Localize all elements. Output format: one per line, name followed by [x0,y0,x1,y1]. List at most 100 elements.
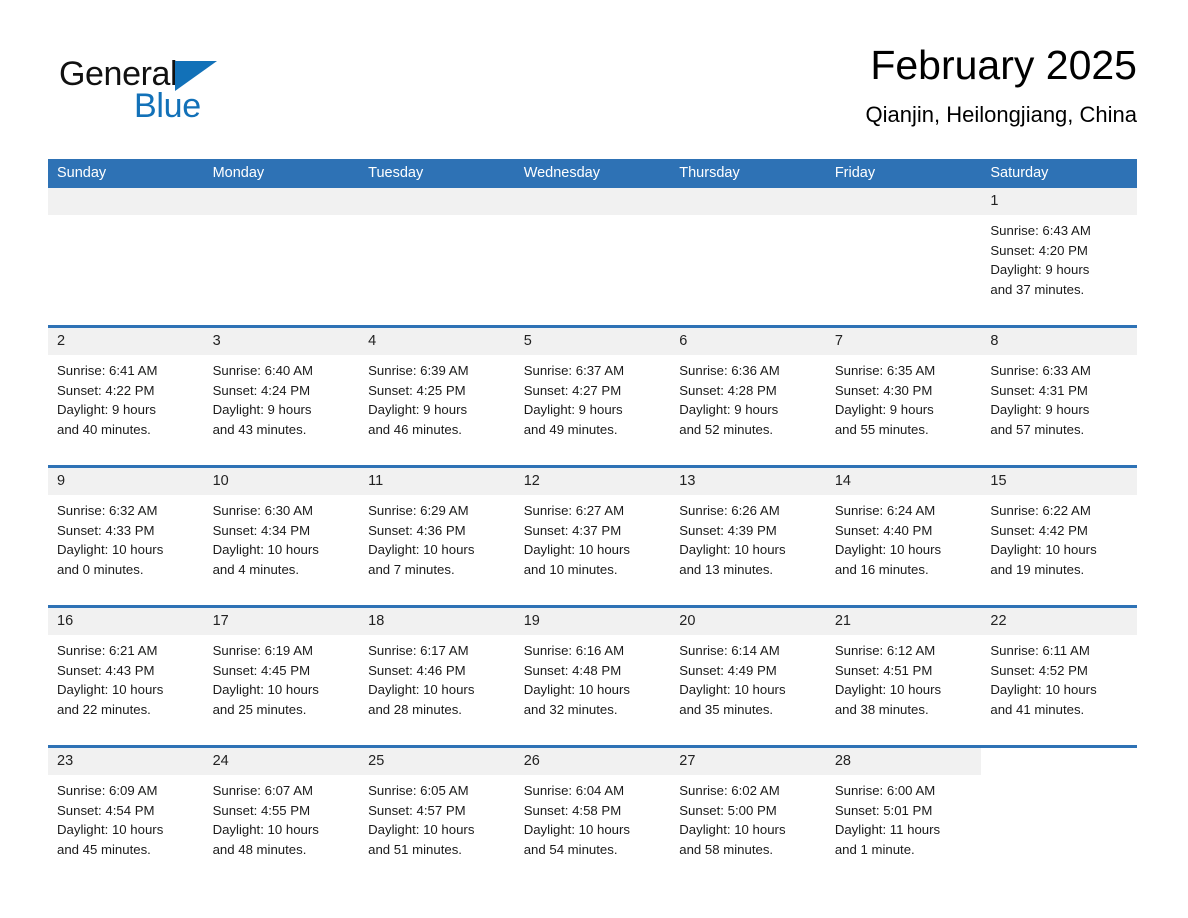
sunset-time: Sunset: 4:51 PM [834,662,933,678]
daylight-line-2: and 1 minute. [834,842,915,858]
daylight-line-2: and 45 minutes. [57,842,151,858]
weekday-header-thursday: Thursday [670,159,826,188]
weekday-header-saturday: Saturday [981,159,1137,188]
calendar-day-cell[interactable]: 21 Sunrise: 6:12 AM Sunset: 4:51 PM Dayligh… [825,605,982,736]
daylight-line-1: Daylight: 10 hours [57,682,164,698]
general-blue-logo[interactable]: General Blue [59,55,319,135]
calendar-day-cell[interactable]: 28 Sunrise: 6:00 AM Sunset: 5:01 PM Dayligh… [825,745,982,876]
calendar-day-cell[interactable]: 22 Sunrise: 6:11 AM Sunset: 4:52 PM Dayligh… [981,605,1137,736]
day-sun-info: Sunrise: 6:43 AM Sunset: 4:20 PM Daylight:… [981,215,1137,300]
day-sun-info: Sunrise: 6:24 AM Sunset: 4:40 PM Daylight:… [826,495,982,580]
daylight-line-1: Daylight: 10 hours [368,822,475,838]
day-number: 1 [981,188,1137,215]
day-11: 11 Sunrise: 6:29 AM Sunset: 4:36 PM Dayligh… [359,468,515,593]
daylight-line-1: Daylight: 10 hours [834,542,942,558]
weekday-header-friday: Friday [825,159,982,188]
day-sun-info: Sunrise: 6:19 AM Sunset: 4:45 PM Daylight:… [204,635,360,720]
day-8: 8 Sunrise: 6:33 AM Sunset: 4:31 PM Daylight… [981,328,1137,453]
day-blank [359,188,515,313]
calendar-day-cell[interactable]: 13 Sunrise: 6:26 AM Sunset: 4:39 PM Dayligh… [670,465,826,596]
sunset-time: Sunset: 4:46 PM [368,662,466,678]
day-16: 16 Sunrise: 6:21 AM Sunset: 4:43 PM Dayligh… [48,608,204,733]
day-number: 8 [981,328,1137,355]
calendar-day-cell[interactable]: 26 Sunrise: 6:04 AM Sunset: 4:58 PM Dayligh… [514,745,671,876]
sunset-time: Sunset: 4:52 PM [990,662,1088,678]
sunset-time: Sunset: 4:58 PM [523,802,622,818]
sunrise-time: Sunrise: 6:24 AM [834,503,936,518]
calendar-page: General Blue February 2025 Qianjin, Heil… [0,0,1188,918]
calendar-day-cell[interactable]: 11 Sunrise: 6:29 AM Sunset: 4:36 PM Dayligh… [359,465,515,596]
calendar-day-cell[interactable]: 8 Sunrise: 6:33 AM Sunset: 4:31 PM Daylight… [981,325,1137,456]
calendar-day-cell[interactable]: 17 Sunrise: 6:19 AM Sunset: 4:45 PM Dayligh… [203,605,360,736]
daylight-line-2: and 48 minutes. [212,842,307,858]
daylight-line-2: and 46 minutes. [368,422,462,438]
sunrise-time: Sunrise: 6:17 AM [368,643,469,658]
calendar-day-cell[interactable]: 24 Sunrise: 6:07 AM Sunset: 4:55 PM Dayligh… [203,745,360,876]
calendar-day-cell [981,745,1137,876]
sunset-time: Sunset: 4:28 PM [679,382,777,398]
calendar-day-cell[interactable]: 4 Sunrise: 6:39 AM Sunset: 4:25 PM Daylight… [359,325,515,456]
calendar-day-cell[interactable]: 27 Sunrise: 6:02 AM Sunset: 5:00 PM Dayligh… [670,745,826,876]
sunset-time: Sunset: 4:25 PM [368,382,466,398]
day-17: 17 Sunrise: 6:19 AM Sunset: 4:45 PM Dayligh… [203,608,360,733]
page-header: General Blue February 2025 Qianjin, Heil… [48,40,1137,148]
sunrise-time: Sunrise: 6:02 AM [679,783,780,798]
calendar-grid: Sunday Monday Tuesday Wednesday Thursday… [48,159,1137,876]
sunset-time: Sunset: 4:36 PM [368,522,466,538]
daylight-line-1: Daylight: 10 hours [990,542,1097,558]
day-4: 4 Sunrise: 6:39 AM Sunset: 4:25 PM Daylight… [359,328,515,453]
day-9: 9 Sunrise: 6:32 AM Sunset: 4:33 PM Daylight… [48,468,204,593]
daylight-line-2: and 43 minutes. [212,422,307,438]
sunrise-time: Sunrise: 6:30 AM [212,503,313,518]
sunrise-time: Sunrise: 6:04 AM [523,783,625,798]
day-sun-info: Sunrise: 6:37 AM Sunset: 4:27 PM Daylight:… [515,355,671,440]
daylight-line-1: Daylight: 10 hours [57,542,164,558]
day-12: 12 Sunrise: 6:27 AM Sunset: 4:37 PM Dayligh… [514,468,671,593]
week-spacer [48,596,1137,607]
day-number: 2 [48,328,204,355]
calendar-day-cell[interactable]: 23 Sunrise: 6:09 AM Sunset: 4:54 PM Dayligh… [48,745,204,876]
calendar-day-cell[interactable]: 20 Sunrise: 6:14 AM Sunset: 4:49 PM Dayligh… [670,605,826,736]
calendar-day-cell[interactable]: 15 Sunrise: 6:22 AM Sunset: 4:42 PM Dayligh… [981,465,1137,596]
sunset-time: Sunset: 4:54 PM [57,802,155,818]
sunrise-time: Sunrise: 6:07 AM [212,783,313,798]
daylight-line-2: and 38 minutes. [834,702,929,718]
day-number: 23 [48,748,204,775]
week-spacer [48,316,1137,327]
calendar-day-cell[interactable]: 16 Sunrise: 6:21 AM Sunset: 4:43 PM Dayligh… [48,605,204,736]
day-3: 3 Sunrise: 6:40 AM Sunset: 4:24 PM Daylight… [203,328,360,453]
calendar-day-cell[interactable]: 25 Sunrise: 6:05 AM Sunset: 4:57 PM Dayligh… [359,745,515,876]
logo-line-one: General [59,55,319,93]
weekday-header-tuesday: Tuesday [359,159,515,188]
calendar-day-cell[interactable]: 1 Sunrise: 6:43 AM Sunset: 4:20 PM Daylight… [981,188,1137,316]
calendar-day-cell[interactable]: 10 Sunrise: 6:30 AM Sunset: 4:34 PM Dayligh… [203,465,360,596]
sunrise-time: Sunrise: 6:40 AM [212,363,313,378]
sunrise-time: Sunrise: 6:35 AM [834,363,936,378]
calendar-day-cell[interactable]: 3 Sunrise: 6:40 AM Sunset: 4:24 PM Daylight… [203,325,360,456]
calendar-day-cell[interactable]: 6 Sunrise: 6:36 AM Sunset: 4:28 PM Daylight… [670,325,826,456]
day-sun-info: Sunrise: 6:33 AM Sunset: 4:31 PM Daylight:… [981,355,1137,440]
daylight-line-2: and 35 minutes. [679,702,774,718]
calendar-week-row: 9 Sunrise: 6:32 AM Sunset: 4:33 PM Daylight… [48,465,1137,596]
day-blank [48,188,204,313]
calendar-day-cell[interactable]: 7 Sunrise: 6:35 AM Sunset: 4:30 PM Daylight… [825,325,982,456]
calendar-day-cell[interactable]: 19 Sunrise: 6:16 AM Sunset: 4:48 PM Dayligh… [514,605,671,736]
day-sun-info: Sunrise: 6:27 AM Sunset: 4:37 PM Daylight:… [515,495,671,580]
logo-text-general: General [59,55,178,93]
sunrise-time: Sunrise: 6:16 AM [523,643,625,658]
calendar-day-cell[interactable]: 12 Sunrise: 6:27 AM Sunset: 4:37 PM Dayligh… [514,465,671,596]
calendar-day-cell[interactable]: 5 Sunrise: 6:37 AM Sunset: 4:27 PM Daylight… [514,325,671,456]
sunset-time: Sunset: 4:48 PM [523,662,622,678]
sunrise-time: Sunrise: 6:33 AM [990,363,1091,378]
daylight-line-2: and 32 minutes. [523,702,618,718]
calendar-day-cell[interactable]: 2 Sunrise: 6:41 AM Sunset: 4:22 PM Daylight… [48,325,204,456]
day-number: 22 [981,608,1137,635]
calendar-day-cell[interactable]: 9 Sunrise: 6:32 AM Sunset: 4:33 PM Daylight… [48,465,204,596]
daylight-line-1: Daylight: 9 hours [57,402,156,418]
daylight-line-2: and 7 minutes. [368,562,455,578]
calendar-day-cell[interactable]: 18 Sunrise: 6:17 AM Sunset: 4:46 PM Dayligh… [359,605,515,736]
sunset-time: Sunset: 4:49 PM [679,662,777,678]
day-number: 3 [203,328,360,355]
daylight-line-2: and 58 minutes. [679,842,774,858]
calendar-day-cell[interactable]: 14 Sunrise: 6:24 AM Sunset: 4:40 PM Dayligh… [825,465,982,596]
